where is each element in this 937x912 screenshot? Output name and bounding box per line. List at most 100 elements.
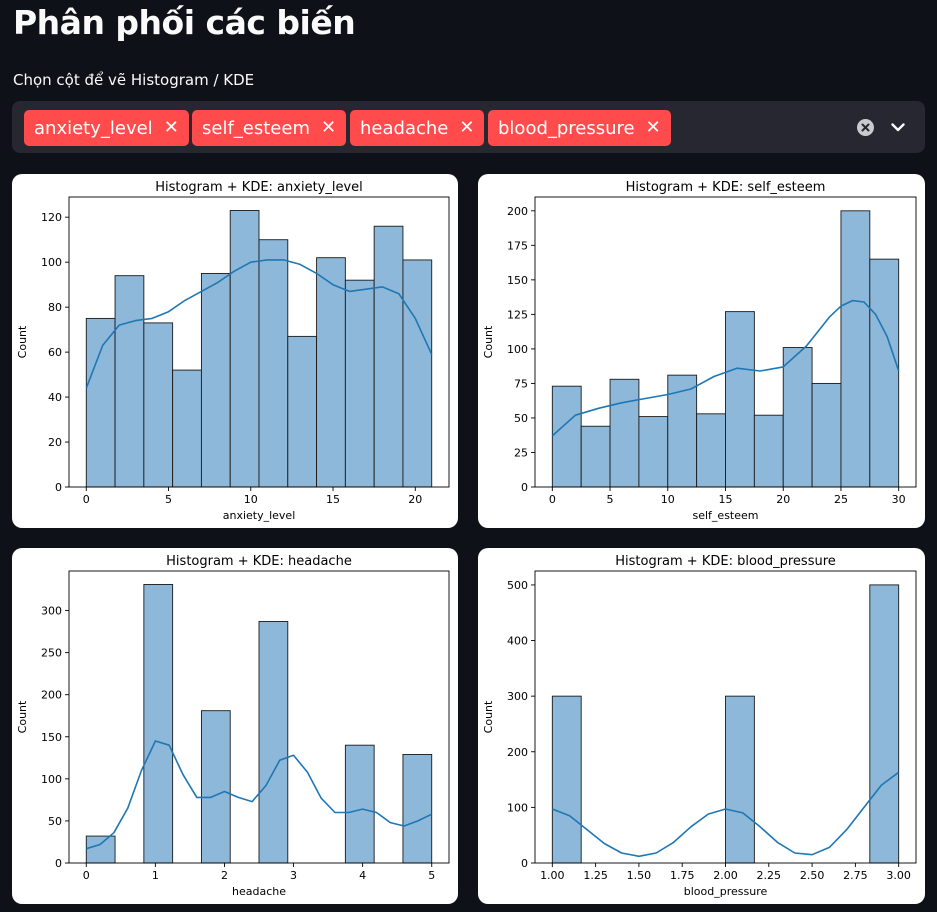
y-tick-label: 120 — [41, 211, 62, 224]
x-tick-label: 10 — [244, 493, 258, 506]
x-tick-label: 2.75 — [843, 869, 868, 882]
y-axis-label: Count — [482, 325, 495, 358]
y-tick-label: 0 — [55, 481, 62, 494]
chart-card-self-esteem: Histogram + KDE: self_esteem 0 5 10 15 20 25 30… — [478, 174, 925, 528]
histogram-chart: Histogram + KDE: blood_pressure 1.00 1.25 1… — [482, 554, 917, 898]
chip-anxiety-level[interactable]: anxiety_level ✕ — [24, 110, 189, 146]
chip-label: anxiety_level — [34, 117, 153, 139]
histogram-bar — [840, 210, 871, 488]
histogram-bar — [725, 311, 755, 488]
chart-card-anxiety-level: Histogram + KDE: anxiety_level 0 5 10 15 20 0 2… — [12, 174, 458, 528]
column-multiselect[interactable]: anxiety_level ✕ self_esteem ✕ headache ✕… — [12, 101, 925, 153]
x-tick-label: 30 — [892, 493, 906, 506]
histogram-bar — [344, 279, 375, 488]
y-tick-label: 500 — [507, 579, 528, 592]
y-tick-label: 300 — [507, 690, 528, 703]
y-tick-label: 250 — [41, 647, 62, 660]
histogram-bar — [200, 272, 231, 488]
x-tick-label: 15 — [719, 493, 733, 506]
x-tick-label: 0 — [83, 869, 90, 882]
x-tick-label: 5 — [165, 493, 172, 506]
histogram-bar — [373, 225, 404, 488]
y-tick-label: 150 — [41, 731, 62, 744]
y-tick-label: 25 — [514, 446, 528, 459]
y-tick-label: 100 — [507, 343, 528, 356]
x-tick-label: 1.50 — [627, 869, 652, 882]
histogram-chart: Histogram + KDE: headache0 1 2 3 4 5050100150… — [16, 554, 450, 898]
y-tick-label: 60 — [48, 346, 62, 359]
y-tick-label: 200 — [507, 205, 528, 218]
remove-chip-icon[interactable]: ✕ — [459, 119, 474, 137]
histogram-bar — [696, 413, 726, 488]
y-axis-label: Count — [482, 700, 495, 733]
histogram-bar — [551, 695, 582, 864]
page-title: Phân phối các biến — [13, 3, 356, 42]
remove-chip-icon[interactable]: ✕ — [164, 119, 179, 137]
histogram-bar — [402, 753, 433, 864]
histogram-chart: Histogram + KDE: anxiety_level 0 5 10 15 20 0 2… — [16, 180, 450, 522]
x-tick-label: 2.50 — [800, 869, 825, 882]
y-tick-label: 0 — [521, 857, 528, 870]
x-tick-label: 1 — [152, 869, 159, 882]
histogram-bar — [200, 710, 231, 864]
x-tick-label: 1.75 — [670, 869, 695, 882]
x-tick-label: 2 — [221, 869, 228, 882]
y-tick-label: 300 — [41, 605, 62, 618]
y-tick-label: 20 — [48, 436, 62, 449]
x-tick-label: 1.00 — [540, 869, 565, 882]
chip-label: blood_pressure — [498, 117, 635, 139]
histogram-bar — [85, 317, 116, 488]
chart-card-headache: Histogram + KDE: headache 0 1 2 3 4 5 0 50 100 150… — [12, 548, 458, 904]
y-tick-label: 175 — [507, 239, 528, 252]
y-tick-label: 75 — [514, 377, 528, 390]
y-tick-label: 200 — [507, 746, 528, 759]
histogram-bar — [287, 335, 318, 488]
histogram-bar — [667, 374, 698, 488]
column-select-label: Chọn cột để vẽ Histogram / KDE — [13, 71, 255, 89]
histogram-bar — [869, 258, 900, 488]
y-tick-label: 50 — [514, 412, 528, 425]
y-tick-label: 100 — [41, 256, 62, 269]
remove-chip-icon[interactable]: ✕ — [321, 119, 336, 137]
x-axis-label: headache — [232, 885, 286, 898]
chevron-down-icon[interactable] — [889, 118, 907, 136]
x-tick-label: 5 — [428, 869, 435, 882]
x-tick-label: 0 — [83, 493, 90, 506]
histogram-bar — [580, 425, 611, 488]
x-tick-label: 0 — [549, 493, 556, 506]
y-tick-label: 100 — [507, 801, 528, 814]
y-tick-label: 80 — [48, 301, 62, 314]
y-tick-label: 100 — [41, 773, 62, 786]
chart-title: Histogram + KDE: anxiety_level — [155, 180, 363, 195]
chip-self-esteem[interactable]: self_esteem ✕ — [192, 110, 347, 146]
clear-circle-icon[interactable] — [857, 119, 874, 136]
histogram-bar — [869, 584, 900, 864]
chart-title: Histogram + KDE: headache — [166, 554, 352, 569]
x-tick-label: 1.25 — [583, 869, 608, 882]
x-tick-label: 25 — [834, 493, 848, 506]
histogram-bar — [172, 369, 202, 488]
histogram-bar — [114, 275, 145, 488]
chart-card-blood-pressure: Histogram + KDE: blood_pressure 1.00 1.25 1… — [478, 548, 925, 904]
x-axis-label: self_esteem — [693, 509, 759, 522]
y-tick-label: 0 — [55, 857, 62, 870]
histogram-bar — [551, 385, 582, 488]
histogram-chart: Histogram + KDE: self_esteem 0 5 10 15 20 25 30… — [482, 180, 917, 522]
histogram-bar — [258, 621, 289, 864]
y-tick-label: 150 — [507, 274, 528, 287]
x-tick-label: 10 — [661, 493, 675, 506]
x-tick-label: 3.00 — [886, 869, 911, 882]
x-axis-label: blood_pressure — [684, 885, 768, 898]
histogram-bar — [811, 382, 842, 488]
chip-headache[interactable]: headache ✕ — [350, 110, 485, 146]
y-tick-label: 40 — [48, 391, 62, 404]
histogram-bar — [638, 416, 669, 488]
chip-blood-pressure[interactable]: blood_pressure ✕ — [488, 110, 671, 146]
histogram-bar — [316, 257, 346, 488]
y-tick-label: 0 — [521, 481, 528, 494]
remove-chip-icon[interactable]: ✕ — [646, 119, 661, 137]
x-tick-label: 2.00 — [713, 869, 738, 882]
histogram-bar — [402, 259, 433, 488]
histogram-bar — [344, 744, 375, 864]
chip-label: self_esteem — [202, 117, 310, 139]
